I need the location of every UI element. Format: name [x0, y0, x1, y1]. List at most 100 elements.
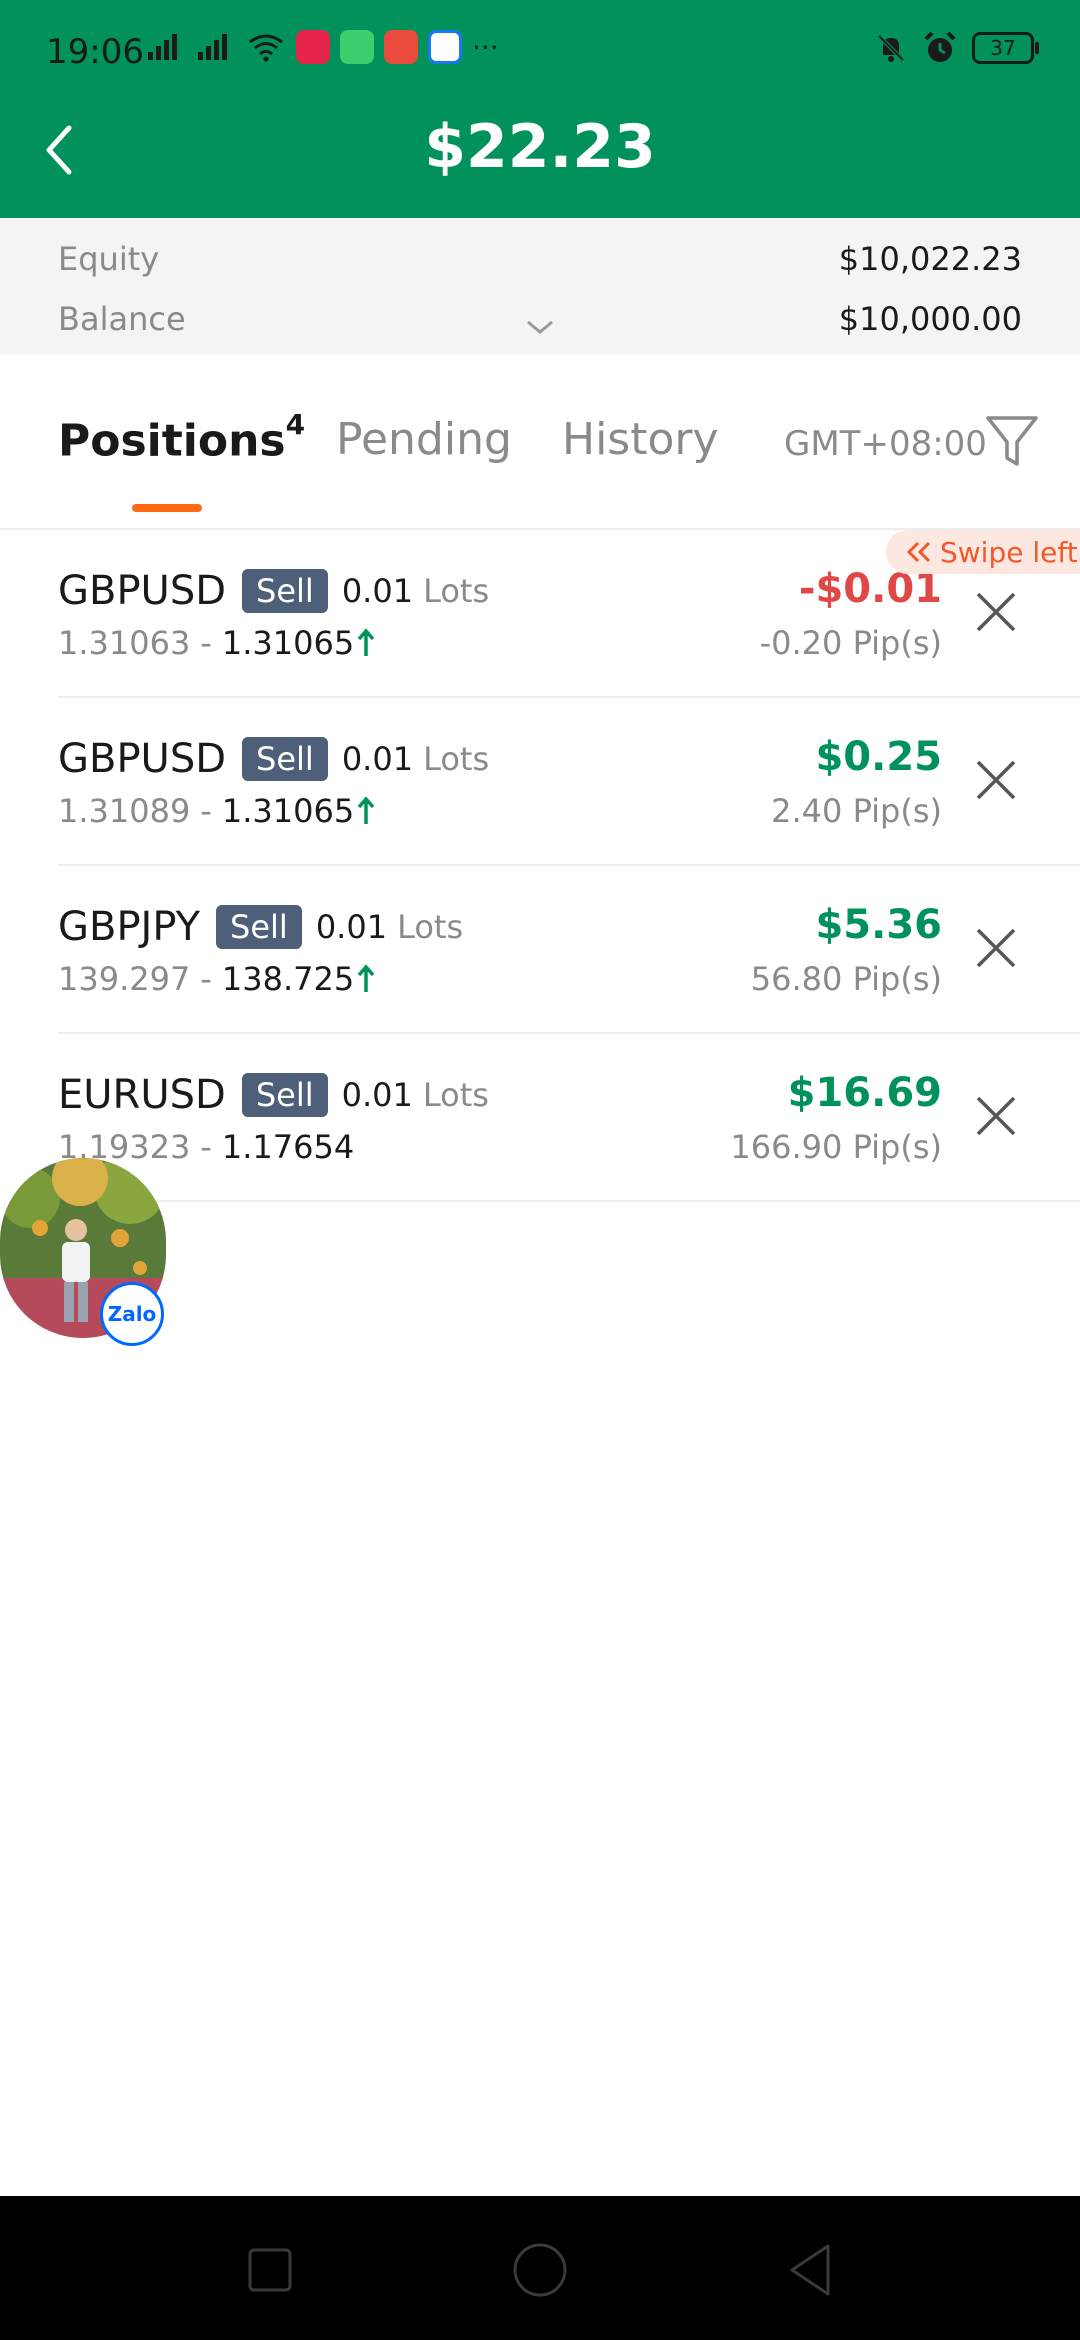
lots-value: 0.01 [341, 740, 414, 778]
video-app-icon [296, 30, 330, 64]
lots-unit: Lots [423, 572, 490, 610]
open-price: 1.31089 [58, 792, 191, 830]
pips: 166.90 Pip(s) [730, 1128, 942, 1166]
bell-off-icon [877, 34, 905, 62]
wifi-icon [249, 34, 283, 62]
messenger-app-icon [428, 30, 462, 64]
app-root: 19:06 ··· 37 $22.23 Equity $10,022.23 Ba… [0, 0, 1080, 2340]
equity-value: $10,022.23 [838, 240, 1022, 278]
side-badge: Sell [241, 1073, 328, 1117]
top-bar: 19:06 ··· 37 $22.23 [0, 0, 1080, 218]
open-price: 139.297 [58, 960, 191, 998]
price-separator: - [200, 624, 212, 662]
profit-loss: $16.69 [787, 1070, 942, 1116]
equity-label: Equity [58, 240, 160, 278]
signal-icon [198, 34, 227, 60]
tab-positions[interactable]: Positions4 [58, 408, 305, 467]
tab-pending[interactable]: Pending [336, 414, 512, 465]
symbol: GBPUSD [58, 568, 227, 614]
symbol: EURUSD [58, 1072, 226, 1118]
filter-icon [986, 416, 1038, 466]
lots-unit: Lots [422, 1076, 489, 1114]
open-price: 1.31063 [58, 624, 191, 662]
alarm-icon [924, 31, 956, 62]
lots-unit: Lots [397, 908, 464, 946]
lots-value: 0.01 [341, 572, 414, 610]
status-time: 19:06 [46, 32, 144, 72]
price-line: 1.31089-1.31065 [58, 792, 376, 830]
close-icon [976, 1096, 1016, 1136]
floating-chat-bubble[interactable]: Zalo [0, 1158, 166, 1346]
floating-pl-title: $22.23 [424, 112, 656, 182]
position-header: GBPUSD Sell 0.01 Lots [58, 736, 489, 782]
position-header: EURUSD Sell 0.01 Lots [58, 1072, 489, 1118]
battery-icon: 37 [972, 32, 1039, 64]
equity-row: Equity $10,022.23 [58, 234, 1022, 284]
status-right-icons: 37 [874, 30, 1039, 66]
symbol: GBPUSD [58, 736, 227, 782]
back-triangle-icon[interactable] [780, 2240, 840, 2300]
swipe-hint: Swipe left [886, 530, 1080, 574]
pips: -0.20 Pip(s) [759, 624, 942, 662]
side-badge: Sell [216, 905, 302, 949]
close-position-button[interactable] [966, 750, 1026, 810]
status-bar: 19:06 ··· 37 [0, 0, 1080, 104]
up-arrow-icon [357, 628, 375, 656]
zalo-badge: Zalo [100, 1282, 164, 1346]
tab-bar: Positions4 Pending History GMT+08:00 [0, 354, 1080, 530]
position-row[interactable]: GBPUSD Sell 0.01 Lots 1.31089-1.31065 $0.25 2.… [58, 698, 1080, 866]
status-left-icons: ··· [146, 30, 499, 64]
swipe-hint-text: Swipe left [940, 535, 1078, 569]
current-price: 138.725 [221, 960, 355, 998]
close-position-button[interactable] [966, 1086, 1026, 1146]
pips: 2.40 Pip(s) [771, 792, 942, 830]
chevron-down-icon[interactable] [524, 318, 556, 338]
current-price: 1.31065 [221, 624, 355, 662]
up-arrow-icon [357, 796, 375, 824]
close-position-button[interactable] [966, 582, 1026, 642]
side-badge: Sell [242, 737, 328, 781]
up-arrow-icon [357, 964, 375, 992]
account-summary[interactable]: Equity $10,022.23 Balance $10,000.00 [0, 218, 1080, 354]
tab-history[interactable]: History [562, 414, 719, 465]
tab-positions-count: 4 [285, 408, 306, 441]
signal-icon [148, 34, 177, 60]
recents-square-icon[interactable] [240, 2240, 300, 2300]
close-position-button[interactable] [966, 918, 1026, 978]
lots-value: 0.01 [341, 1076, 413, 1114]
position-header: GBPUSD Sell 0.01 Lots [58, 568, 489, 614]
symbol: GBPJPY [58, 904, 201, 950]
double-chevron-left-icon [906, 541, 931, 563]
active-tab-indicator [132, 504, 202, 512]
lots-unit: Lots [423, 740, 490, 778]
price-separator: - [200, 960, 212, 998]
balance-value: $10,000.00 [838, 300, 1022, 338]
current-price: 1.31065 [221, 792, 355, 830]
price-line: 1.31063-1.31065 [58, 624, 376, 662]
smartpay-app-icon [384, 30, 418, 64]
close-icon [976, 592, 1016, 632]
profit-loss: $0.25 [815, 734, 942, 780]
position-header: GBPJPY Sell 0.01 Lots [58, 904, 463, 950]
lots-value: 0.01 [315, 908, 388, 946]
filter-button[interactable] [984, 412, 1040, 472]
close-icon [976, 928, 1016, 968]
positions-list: GBPUSD Sell 0.01 Lots 1.31063-1.31065 -$0.01-… [0, 530, 1080, 1202]
current-price: 1.17654 [221, 1128, 355, 1166]
balance-label: Balance [58, 300, 186, 338]
system-nav-bar [0, 2196, 1080, 2340]
position-row[interactable]: GBPJPY Sell 0.01 Lots 139.297-138.725 $5.36 56… [58, 866, 1080, 1034]
tab-positions-label: Positions [58, 415, 286, 467]
sync-app-icon [340, 30, 374, 64]
close-icon [976, 760, 1016, 800]
timezone-label[interactable]: GMT+08:00 [784, 424, 987, 464]
pips: 56.80 Pip(s) [750, 960, 942, 998]
profit-loss: $5.36 [815, 902, 942, 948]
home-circle-icon[interactable] [510, 2240, 570, 2300]
price-separator: - [200, 1128, 212, 1166]
price-separator: - [200, 792, 212, 830]
price-line: 139.297-138.725 [58, 960, 376, 998]
side-badge: Sell [242, 569, 328, 613]
position-row[interactable]: EURUSD Sell 0.01 Lots 1.19323-1.17654 $16.69 1… [58, 1034, 1080, 1202]
more-notifications-icon: ··· [472, 30, 499, 64]
